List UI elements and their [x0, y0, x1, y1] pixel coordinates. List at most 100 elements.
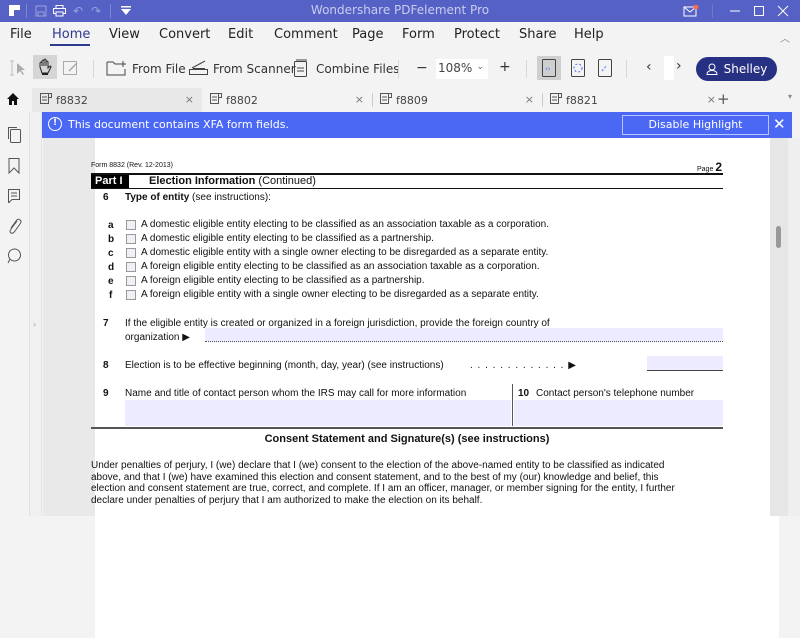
line-number: 8 — [103, 360, 109, 371]
tab-f8802[interactable]: f8802 × — [202, 88, 372, 112]
maximize-icon[interactable] — [752, 3, 766, 19]
scroll-track[interactable] — [770, 138, 788, 516]
vertical-scrollbar[interactable] — [770, 138, 800, 516]
tab-label: f8802 — [226, 93, 258, 107]
option-letter: b — [108, 234, 115, 245]
tab-bar: f8832 × f8802 × f8809 × f8821 × + ▾ — [0, 88, 800, 112]
panel-expand-handle[interactable]: › — [30, 112, 42, 516]
user-account-button[interactable]: Shelley — [696, 57, 777, 81]
leader-dots: . . . . . . . . . . . . . ▶ — [470, 360, 577, 371]
option-text: A foreign eligible entity electing to be… — [141, 275, 425, 286]
combine-files-button[interactable]: Combine Files — [316, 62, 400, 76]
close-icon[interactable] — [776, 3, 790, 19]
from-file-icon[interactable] — [106, 59, 128, 77]
scroll-thumb[interactable] — [776, 226, 781, 248]
contact-phone-field[interactable] — [514, 400, 723, 426]
part-title: Election Information (Continued) — [149, 175, 316, 187]
fit-page-icon[interactable] — [566, 56, 590, 80]
pdf-page: Form 8832 (Rev. 12-2013) Page 2 Part I E… — [91, 138, 779, 638]
zoom-out-button[interactable]: − — [416, 60, 428, 76]
new-tab-icon[interactable]: + — [717, 90, 730, 108]
xfa-notice-banner: ! This document contains XFA form fields… — [42, 112, 792, 138]
zoom-level-select[interactable]: 108% ⌄ — [436, 59, 488, 79]
checkbox-option-b[interactable] — [126, 234, 136, 244]
title-bar: ↶ ↷ Wondershare PDFelement Pro — [0, 0, 800, 22]
page-input[interactable] — [664, 56, 674, 80]
tab-f8809[interactable]: f8809 × — [372, 88, 542, 112]
comment-icon[interactable] — [6, 187, 22, 209]
divider — [526, 60, 527, 78]
close-tab-icon[interactable]: × — [707, 93, 716, 106]
next-page-button[interactable]: › — [676, 58, 682, 74]
prev-page-button[interactable]: ‹ — [646, 59, 652, 75]
actual-size-icon[interactable] — [593, 56, 617, 80]
zoom-in-button[interactable]: + — [499, 59, 511, 75]
combine-files-icon[interactable] — [292, 58, 310, 78]
line6-label: Type of entity (see instructions): — [125, 192, 271, 203]
select-tool-icon[interactable] — [9, 58, 29, 78]
edit-tool-icon[interactable] — [61, 58, 81, 78]
menu-convert[interactable]: Convert — [159, 27, 210, 42]
effective-date-field[interactable] — [647, 356, 723, 371]
menu-home[interactable]: Home — [52, 27, 90, 42]
checkbox-option-c[interactable] — [126, 248, 136, 258]
menu-share[interactable]: Share — [519, 27, 557, 42]
menu-protect[interactable]: Protect — [454, 27, 500, 42]
user-name: Shelley — [723, 62, 768, 76]
tab-f8821[interactable]: f8821 × — [542, 88, 716, 112]
from-scanner-button[interactable]: From Scanner — [213, 62, 296, 76]
line8-text: Election is to be effective beginning (m… — [125, 360, 444, 371]
checkbox-option-f[interactable] — [126, 290, 136, 300]
menu-help[interactable]: Help — [574, 27, 604, 42]
scanner-icon[interactable] — [188, 60, 210, 76]
disable-highlight-button[interactable]: Disable Highlight — [622, 115, 769, 135]
menu-file[interactable]: File — [10, 27, 32, 42]
info-icon: ! — [48, 117, 62, 131]
option-letter: d — [108, 262, 115, 273]
bookmark-icon[interactable] — [6, 157, 22, 179]
minimize-icon[interactable] — [728, 3, 742, 19]
close-tab-icon[interactable]: × — [525, 93, 534, 106]
option-letter: c — [108, 248, 114, 259]
tab-label: f8809 — [396, 93, 428, 107]
menu-view[interactable]: View — [109, 27, 140, 42]
option-text: A domestic eligible entity electing to b… — [141, 233, 434, 244]
close-banner-icon[interactable]: ✕ — [773, 115, 786, 133]
fit-width-icon[interactable]: ‹› — [537, 56, 561, 80]
chevron-down-icon: ⌄ — [476, 62, 484, 72]
collapse-ribbon-icon[interactable]: ︿ — [780, 30, 790, 45]
checkbox-option-e[interactable] — [126, 276, 136, 286]
document-icon — [550, 93, 562, 107]
line-number: 9 — [103, 388, 109, 399]
hand-tool-icon[interactable] — [33, 55, 57, 79]
rule — [91, 427, 723, 429]
option-letter: e — [108, 276, 114, 287]
checkbox-option-d[interactable] — [126, 262, 136, 272]
tab-list-dropdown-icon[interactable]: ▾ — [788, 92, 792, 101]
mail-icon[interactable] — [682, 3, 700, 19]
option-text: A foreign eligible entity electing to be… — [141, 261, 540, 272]
close-tab-icon[interactable]: × — [355, 93, 364, 106]
contact-name-field[interactable] — [125, 400, 511, 426]
checkbox-option-a[interactable] — [126, 220, 136, 230]
document-icon — [40, 93, 52, 107]
consent-statement: Under penalties of perjury, I (we) decla… — [91, 460, 675, 506]
tab-label: f8821 — [566, 93, 598, 107]
close-tab-icon[interactable]: × — [185, 93, 194, 106]
thumbnails-icon[interactable] — [6, 126, 22, 148]
from-file-button[interactable]: From File — [132, 62, 186, 76]
zoom-level-value: 108% — [438, 61, 473, 75]
line-number: 7 — [103, 318, 109, 329]
home-icon[interactable] — [6, 92, 20, 106]
attachment-icon[interactable] — [6, 217, 22, 239]
menu-page[interactable]: Page — [352, 27, 383, 42]
left-sidebar — [0, 112, 30, 516]
tab-f8832[interactable]: f8832 × — [32, 88, 202, 112]
menu-comment[interactable]: Comment — [274, 27, 338, 42]
document-icon — [380, 93, 392, 107]
menu-form[interactable]: Form — [402, 27, 435, 42]
menu-edit[interactable]: Edit — [228, 27, 253, 42]
banner-message: This document contains XFA form fields. — [68, 118, 290, 131]
foreign-country-field[interactable] — [205, 328, 723, 342]
search-icon[interactable] — [6, 247, 22, 269]
